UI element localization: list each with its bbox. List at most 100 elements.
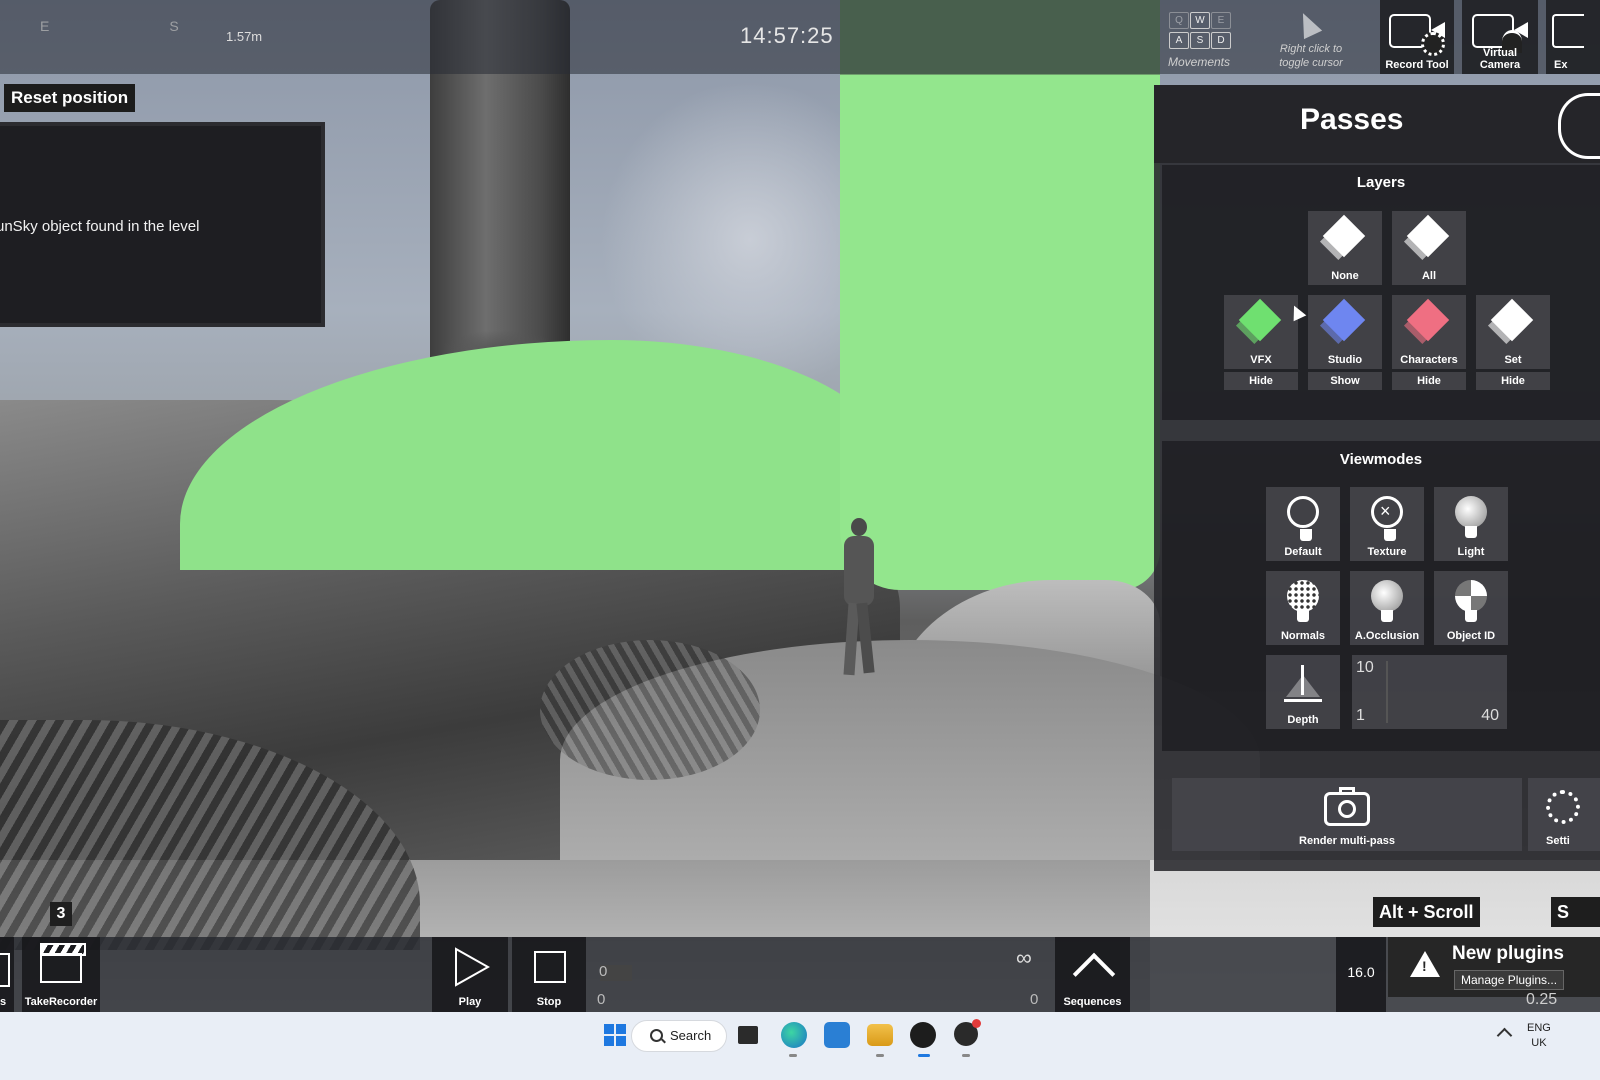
record-tool-button[interactable]: Record Tool — [1380, 0, 1454, 74]
layer-preset-label: All — [1421, 270, 1437, 282]
viewmode-ambient-occlusion[interactable]: A.Occlusion — [1350, 571, 1424, 645]
taskbar-search-label: Search — [670, 1028, 712, 1043]
key-q: Q — [1169, 12, 1189, 29]
clapperboard-icon — [40, 943, 86, 983]
cursor-icon — [1293, 8, 1323, 40]
layer-studio[interactable]: Studio — [1308, 295, 1382, 369]
edge-browser-icon[interactable] — [781, 1022, 807, 1048]
cursor-hint-line-2: toggle cursor — [1279, 57, 1343, 69]
layer-preset-none[interactable]: None — [1308, 211, 1382, 285]
stop-button[interactable]: Stop — [512, 937, 586, 1012]
take-recorder-label: TakeRecorder — [24, 996, 98, 1008]
partial-tool-button[interactable]: s — [0, 937, 14, 1012]
sequences-button[interactable]: Sequences — [1055, 937, 1130, 1012]
depth-range-max: 40 — [1481, 707, 1499, 724]
timeline-current: 0 — [599, 963, 608, 980]
stop-label: Stop — [536, 996, 562, 1008]
fps-readout: 16.0 — [1336, 937, 1386, 1012]
layer-characters-toggle[interactable]: Hide — [1392, 372, 1466, 390]
layer-vfx-toggle[interactable]: Hide — [1224, 372, 1298, 390]
fern-middle — [540, 640, 760, 780]
green-wall-vfx-mask — [840, 0, 1160, 590]
layer-characters[interactable]: Characters — [1392, 295, 1466, 369]
timeline-end: 0 — [1030, 991, 1039, 1008]
viewmode-light[interactable]: Light — [1434, 487, 1508, 561]
compass-e: E — [40, 18, 50, 34]
layer-set-toggle[interactable]: Hide — [1476, 372, 1550, 390]
layer-label: Studio — [1327, 354, 1363, 366]
sequences-label: Sequences — [1063, 996, 1122, 1008]
depth-range-top: 10 — [1356, 659, 1374, 676]
loop-icon[interactable]: ∞ — [1016, 945, 1032, 971]
plugin-notification: ! New plugins Manage Plugins... — [1388, 937, 1600, 997]
passes-panel: Passes Layers None All VFX Hide Studio S… — [1154, 85, 1600, 871]
layer-preset-all[interactable]: All — [1392, 211, 1466, 285]
taskbar-search[interactable]: Search — [631, 1020, 727, 1052]
viewmode-default[interactable]: Default — [1266, 487, 1340, 561]
export-icon — [1552, 14, 1584, 48]
key-w: W — [1190, 12, 1210, 29]
message-text: unSky object found in the level — [0, 218, 200, 235]
chevron-up-icon — [1072, 952, 1116, 996]
viewmode-texture[interactable]: × Texture — [1350, 487, 1424, 561]
render-multipass-button[interactable]: Render multi-pass — [1172, 778, 1522, 851]
viewmode-label: Normals — [1280, 630, 1326, 642]
notification-dot — [972, 1019, 981, 1028]
alt-scroll-hint: Alt + Scroll — [1373, 897, 1480, 927]
viewmode-normals[interactable]: Normals — [1266, 571, 1340, 645]
layer-vfx[interactable]: VFX — [1224, 295, 1298, 369]
windows-start-icon[interactable] — [604, 1024, 626, 1046]
panel-close-icon[interactable] — [1558, 93, 1600, 159]
notification-sub-value: 0.25 — [1526, 991, 1558, 1008]
play-button[interactable]: Play — [432, 937, 508, 1012]
file-explorer-icon[interactable] — [867, 1024, 893, 1046]
viewmode-object-id[interactable]: Object ID — [1434, 571, 1508, 645]
depth-range-min: 1 — [1356, 707, 1365, 724]
layer-label: VFX — [1250, 354, 1272, 366]
running-indicator — [962, 1054, 970, 1057]
key-s: S — [1190, 32, 1210, 49]
s-key-hint: S — [1551, 897, 1600, 927]
cursor-hint-line-1: Right click to — [1279, 43, 1343, 55]
settings-button[interactable]: Setti — [1528, 778, 1600, 851]
export-button[interactable]: Ex — [1546, 0, 1600, 74]
app-record-icon[interactable] — [954, 1019, 981, 1046]
stop-icon — [534, 951, 566, 983]
task-view-icon[interactable] — [738, 1026, 758, 1044]
language-indicator[interactable]: ENG UK — [1527, 1021, 1551, 1051]
bulb-icon — [1455, 496, 1487, 538]
viewmode-label: Default — [1284, 546, 1322, 558]
record-tool-label: Record Tool — [1385, 59, 1449, 71]
timeline-start: 0 — [597, 991, 606, 1008]
manage-plugins-button[interactable]: Manage Plugins... — [1454, 970, 1565, 990]
depth-range-handle[interactable] — [1386, 661, 1388, 723]
key-e: E — [1211, 12, 1231, 29]
depth-range-slider[interactable]: 10 1 40 — [1352, 655, 1507, 729]
virtual-camera-button[interactable]: Virtual Camera — [1462, 0, 1538, 74]
partial-tool-icon — [0, 953, 10, 987]
layers-diamond-icon — [1238, 298, 1282, 342]
key-d: D — [1211, 32, 1231, 49]
timeline[interactable]: 0 0 0 ∞ — [590, 937, 1050, 1012]
virtual-camera-label: Virtual Camera — [1479, 47, 1521, 71]
bulb-outline-icon — [1287, 496, 1319, 541]
store-icon[interactable] — [824, 1022, 850, 1048]
layers-diamond-icon — [1406, 214, 1450, 258]
bulb-x-icon: × — [1371, 496, 1403, 541]
chevron-up-icon[interactable] — [1496, 1027, 1513, 1044]
unreal-engine-icon[interactable] — [910, 1022, 936, 1048]
warning-icon: ! — [1410, 951, 1440, 977]
viewmode-label: Object ID — [1446, 630, 1496, 642]
layers-diamond-icon — [1322, 298, 1366, 342]
layer-set[interactable]: Set — [1476, 295, 1550, 369]
viewmode-depth[interactable]: Depth — [1266, 655, 1340, 729]
green-hill-vfx-mask — [180, 340, 900, 570]
layers-diamond-icon — [1406, 298, 1450, 342]
layers-section: Layers None All VFX Hide Studio Show Cha… — [1162, 165, 1600, 420]
take-recorder-button[interactable]: TakeRecorder — [22, 937, 100, 1012]
passes-title: Passes — [1300, 103, 1404, 136]
render-multipass-label: Render multi-pass — [1299, 835, 1395, 847]
reset-position-button[interactable]: Reset position — [4, 84, 136, 112]
layer-studio-toggle[interactable]: Show — [1308, 372, 1382, 390]
camera-number-badge: 3 — [50, 902, 72, 926]
